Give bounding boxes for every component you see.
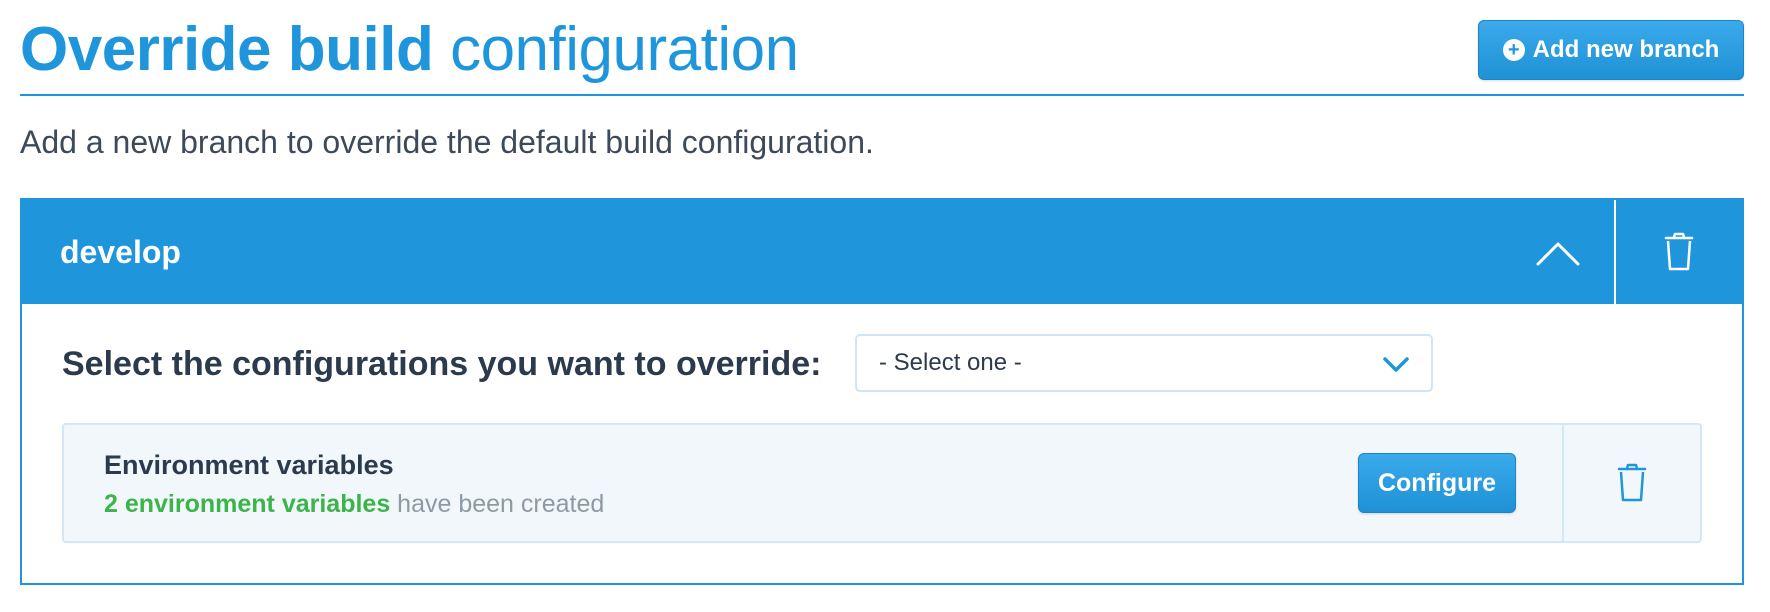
config-description: 2 environment variables have been create… bbox=[104, 487, 604, 521]
page-title-bold: Override build bbox=[20, 15, 434, 84]
select-value: - Select one - bbox=[879, 349, 1022, 376]
config-row-environment-variables: Environment variables 2 environment vari… bbox=[62, 423, 1702, 543]
configuration-select[interactable]: - Select one - bbox=[855, 334, 1433, 392]
config-description-suffix: have been created bbox=[390, 490, 605, 518]
page-subtitle: Add a new branch to override the default… bbox=[20, 124, 874, 160]
chevron-up-icon bbox=[1536, 242, 1580, 266]
add-new-branch-label: Add new branch bbox=[1532, 36, 1720, 63]
trash-icon bbox=[1664, 232, 1694, 271]
configure-button[interactable]: Configure bbox=[1358, 453, 1516, 513]
config-title: Environment variables bbox=[104, 450, 394, 480]
page: Override build configuration + Add new b… bbox=[0, 0, 1770, 612]
plus-circle-icon: + bbox=[1502, 39, 1525, 61]
add-new-branch-button[interactable]: + Add new branch bbox=[1478, 20, 1744, 80]
config-count: 2 environment variables bbox=[104, 490, 391, 518]
select-configurations-label: Select the configurations you want to ov… bbox=[62, 345, 822, 383]
branch-name: develop bbox=[60, 234, 181, 270]
collapse-button[interactable] bbox=[1522, 222, 1594, 282]
trash-icon bbox=[1617, 463, 1647, 502]
delete-branch-button[interactable] bbox=[1616, 200, 1742, 304]
page-title: Override build configuration bbox=[20, 10, 799, 90]
page-title-light: configuration bbox=[450, 15, 799, 84]
page-header: Override build configuration + Add new b… bbox=[20, 0, 1744, 96]
branch-panel: develop Select the configurations you wa… bbox=[20, 198, 1744, 585]
chevron-down-icon bbox=[1383, 357, 1409, 372]
branch-header[interactable]: develop bbox=[22, 200, 1742, 304]
delete-config-button[interactable] bbox=[1564, 425, 1700, 541]
